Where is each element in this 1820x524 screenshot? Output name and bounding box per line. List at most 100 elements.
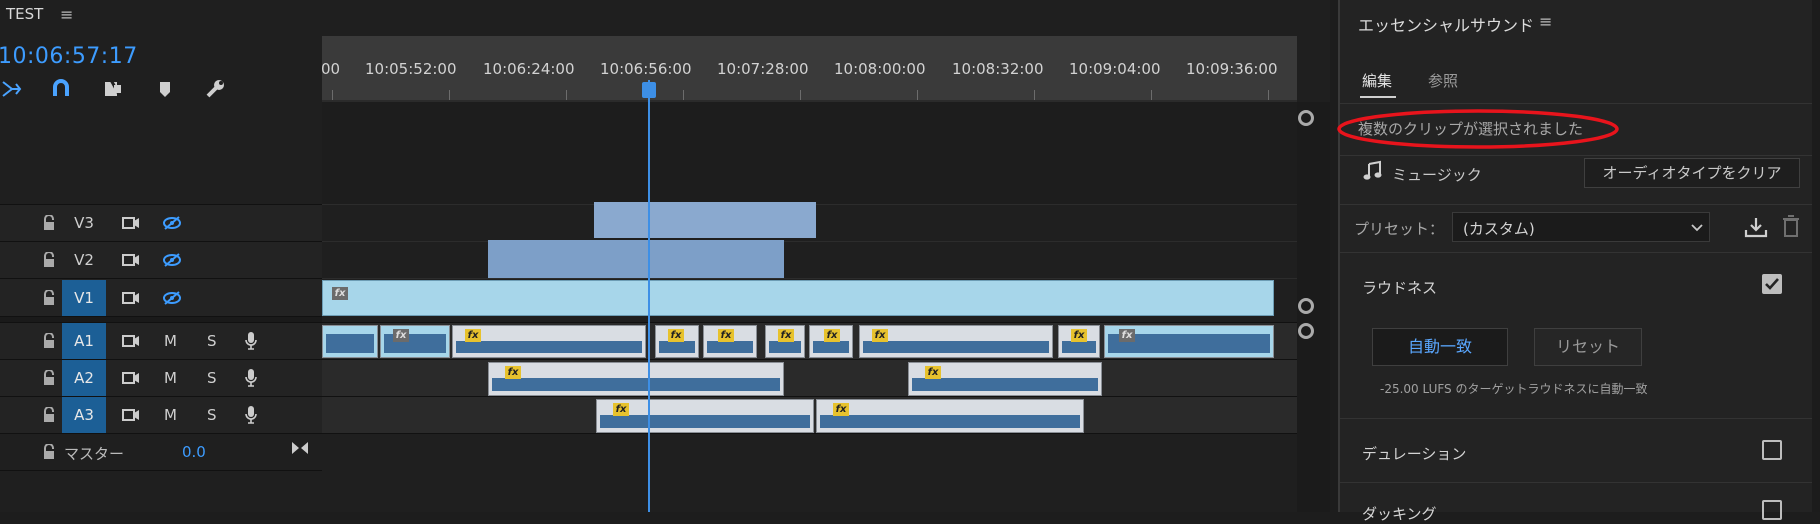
solo-button[interactable]: S <box>207 369 217 387</box>
sync-lock-icon[interactable] <box>122 216 140 230</box>
duration-checkbox[interactable] <box>1762 440 1782 460</box>
microphone-icon[interactable] <box>244 368 258 388</box>
fx-badge[interactable]: fx <box>1119 329 1135 342</box>
clip-a2[interactable]: fx <box>488 362 784 396</box>
scroll-knob-audio[interactable] <box>1298 323 1314 339</box>
track-header-v1[interactable]: V1 <box>0 278 322 316</box>
sync-lock-icon[interactable] <box>122 253 140 267</box>
clip-a1[interactable]: fx <box>703 325 757 358</box>
mute-button[interactable]: M <box>164 369 177 387</box>
loudness-checkbox[interactable] <box>1762 274 1782 294</box>
sync-lock-icon[interactable] <box>122 371 140 385</box>
preset-dropdown[interactable]: (カスタム) <box>1452 212 1710 242</box>
clip-a1[interactable]: fx <box>1104 325 1274 358</box>
clip-a1[interactable] <box>322 325 378 358</box>
sync-lock-icon[interactable] <box>122 291 140 305</box>
clip-a1[interactable]: fx <box>655 325 699 358</box>
fx-badge[interactable]: fx <box>718 329 734 342</box>
lock-icon[interactable] <box>42 252 56 268</box>
sequence-title[interactable]: TEST <box>6 5 43 23</box>
clip-v3[interactable] <box>594 202 816 238</box>
fx-badge[interactable]: fx <box>613 403 629 416</box>
mute-button[interactable]: M <box>164 332 177 350</box>
empty-track-area[interactable] <box>322 102 1297 204</box>
eye-hidden-icon[interactable] <box>162 290 182 306</box>
sync-lock-icon[interactable] <box>122 334 140 348</box>
clip-a1[interactable]: fx <box>859 325 1053 358</box>
fx-badge[interactable]: fx <box>778 329 794 342</box>
master-volume-value[interactable]: 0.0 <box>182 443 206 461</box>
clip-a2[interactable]: fx <box>908 362 1102 396</box>
clip-a1[interactable]: fx <box>809 325 853 358</box>
go-to-end-icon[interactable] <box>290 440 310 456</box>
panel-menu-icon[interactable]: ≡ <box>1539 12 1552 31</box>
track-name[interactable]: A1 <box>62 323 106 359</box>
solo-button[interactable]: S <box>207 406 217 424</box>
fx-badge[interactable]: fx <box>393 329 409 342</box>
playhead-timecode[interactable]: 10:06:57:17 <box>0 44 138 69</box>
fx-badge[interactable]: fx <box>505 366 521 379</box>
lock-icon[interactable] <box>42 333 56 349</box>
fx-badge[interactable]: fx <box>872 329 888 342</box>
fx-badge[interactable]: fx <box>925 366 941 379</box>
lock-icon[interactable] <box>42 290 56 306</box>
solo-button[interactable]: S <box>207 332 217 350</box>
auto-match-button[interactable]: 自動一致 <box>1372 328 1508 366</box>
microphone-icon[interactable] <box>244 405 258 425</box>
lock-icon[interactable] <box>42 407 56 423</box>
track-name[interactable]: V3 <box>62 205 106 241</box>
clip-a3[interactable]: fx <box>596 399 814 433</box>
wrench-icon[interactable] <box>204 78 226 100</box>
track-a2-area[interactable] <box>322 359 1297 396</box>
eye-hidden-icon[interactable] <box>162 215 182 231</box>
time-ruler[interactable]: 00 10:05:52:00 10:06:24:00 10:06:56:00 1… <box>321 36 1297 100</box>
track-header-v2[interactable]: V2 <box>0 241 322 278</box>
reset-button[interactable]: リセット <box>1534 328 1642 366</box>
panel-scrollbar[interactable] <box>1812 0 1820 512</box>
clip-v1[interactable]: fx <box>322 280 1274 316</box>
marker-icon[interactable] <box>154 78 176 100</box>
fx-badge[interactable]: fx <box>1071 329 1087 342</box>
eye-hidden-icon[interactable] <box>162 252 182 268</box>
track-name[interactable]: V1 <box>62 280 106 316</box>
fx-badge[interactable]: fx <box>833 403 849 416</box>
clip-a1[interactable]: fx <box>380 325 450 358</box>
clip-a1[interactable]: fx <box>1058 325 1100 358</box>
fx-badge[interactable]: fx <box>332 287 348 300</box>
lock-icon[interactable] <box>42 444 56 460</box>
sync-lock-icon[interactable] <box>122 408 140 422</box>
clip-a1[interactable]: fx <box>452 325 646 358</box>
track-header-a1[interactable]: A1 M S <box>0 322 322 359</box>
lock-icon[interactable] <box>42 370 56 386</box>
save-preset-icon[interactable] <box>1744 216 1768 238</box>
scroll-knob-video[interactable] <box>1298 298 1314 314</box>
microphone-icon[interactable] <box>244 331 258 351</box>
linked-selection-icon[interactable] <box>102 78 124 100</box>
ducking-checkbox[interactable] <box>1762 500 1782 520</box>
magnet-icon[interactable] <box>50 78 72 100</box>
mute-button[interactable]: M <box>164 406 177 424</box>
scroll-knob-top[interactable] <box>1298 110 1314 126</box>
fx-badge[interactable]: fx <box>465 329 481 342</box>
track-header-v3[interactable]: V3 <box>0 204 322 241</box>
track-header-a2[interactable]: A2 M S <box>0 359 322 396</box>
sequence-menu-icon[interactable]: ≡ <box>60 5 73 24</box>
clip-a1[interactable]: fx <box>765 325 805 358</box>
track-header-master[interactable]: マスター 0.0 <box>0 433 322 470</box>
tab-browse[interactable]: 参照 <box>1428 70 1458 91</box>
clip-v2[interactable] <box>488 240 784 278</box>
fx-badge[interactable]: fx <box>824 329 840 342</box>
tab-edit[interactable]: 編集 <box>1362 70 1392 91</box>
track-header-a3[interactable]: A3 M S <box>0 396 322 433</box>
delete-preset-icon[interactable] <box>1782 214 1800 238</box>
clip-a3[interactable]: fx <box>816 399 1084 433</box>
lock-icon[interactable] <box>42 215 56 231</box>
track-name[interactable]: A3 <box>62 397 106 433</box>
playhead-line[interactable] <box>648 80 650 512</box>
ripple-icon[interactable] <box>0 78 22 100</box>
fx-badge[interactable]: fx <box>668 329 684 342</box>
playhead-handle[interactable] <box>642 82 656 98</box>
track-name[interactable]: V2 <box>62 242 106 278</box>
track-name[interactable]: A2 <box>62 360 106 396</box>
track-v2-area[interactable] <box>322 241 1297 278</box>
